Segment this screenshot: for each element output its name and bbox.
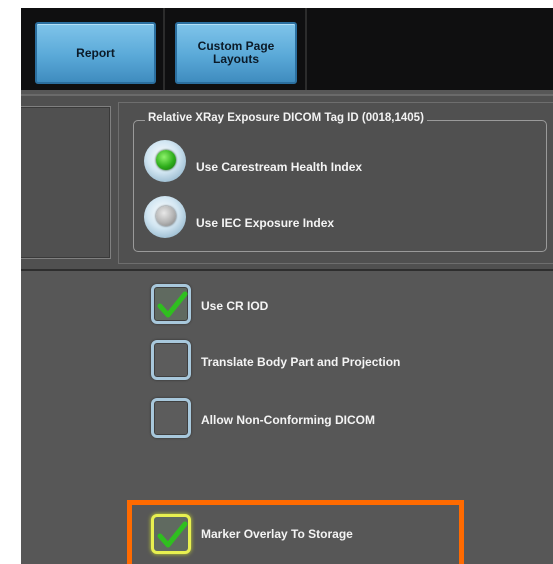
translate-body-part-checkbox[interactable] bbox=[151, 340, 191, 380]
tab-separator bbox=[305, 8, 307, 90]
carestream-index-label: Use Carestream Health Index bbox=[196, 160, 363, 174]
report-button-label: Report bbox=[76, 45, 115, 60]
allow-non-conforming-label: Allow Non-Conforming DICOM bbox=[201, 413, 375, 427]
radio-unselected-indicator bbox=[156, 206, 176, 226]
carestream-index-radio[interactable] bbox=[144, 140, 186, 182]
tab-separator bbox=[163, 8, 165, 90]
middle-panel-band: Relative XRay Exposure DICOM Tag ID (001… bbox=[21, 94, 553, 271]
use-cr-iod-checkbox[interactable] bbox=[151, 284, 191, 324]
left-settings-panel bbox=[21, 106, 111, 259]
iec-exposure-index-radio[interactable] bbox=[144, 196, 186, 238]
highlight-box bbox=[127, 500, 464, 564]
report-button[interactable]: Report bbox=[35, 22, 156, 84]
settings-screen: Report Custom Page Layouts Relative XRay… bbox=[21, 8, 553, 564]
custom-page-layouts-label: Custom Page Layouts bbox=[197, 39, 275, 66]
exposure-group-legend: Relative XRay Exposure DICOM Tag ID (001… bbox=[145, 112, 427, 124]
iec-exposure-index-label: Use IEC Exposure Index bbox=[196, 216, 335, 230]
top-tab-bar: Report Custom Page Layouts bbox=[21, 8, 553, 90]
translate-body-part-label: Translate Body Part and Projection bbox=[201, 355, 401, 369]
custom-page-layouts-button[interactable]: Custom Page Layouts bbox=[175, 22, 297, 84]
exposure-index-group bbox=[133, 120, 547, 252]
use-cr-iod-label: Use CR IOD bbox=[201, 299, 269, 313]
allow-non-conforming-checkbox[interactable] bbox=[151, 398, 191, 438]
radio-selected-indicator bbox=[156, 150, 176, 170]
checkmark-icon bbox=[157, 291, 188, 318]
